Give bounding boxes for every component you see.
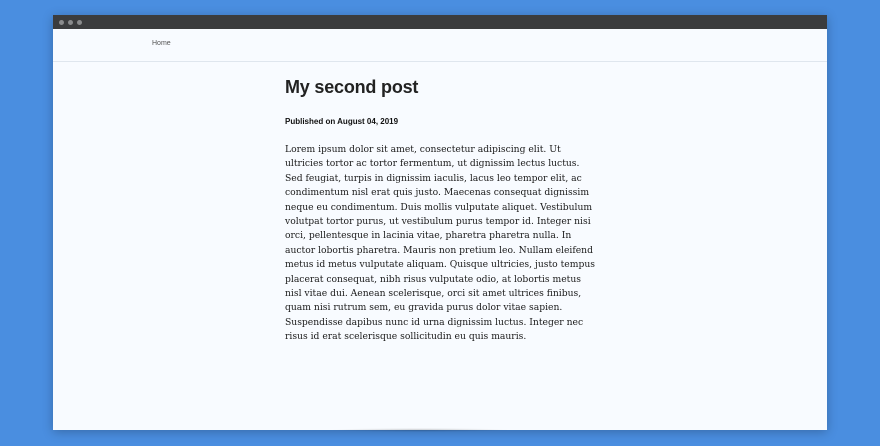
post-publish-date: Published on August 04, 2019 [285,117,399,126]
blog-post: My second post Published on August 04, 2… [285,77,597,345]
close-window-icon[interactable] [59,19,64,25]
maximize-window-icon[interactable] [77,19,82,25]
browser-window: Home My second post Published on August … [53,15,827,430]
post-body: Lorem ipsum dolor sit amet, consectetur … [285,144,595,343]
window-titlebar [53,15,827,29]
window-shadow [330,428,510,432]
site-navbar: Home [53,29,827,62]
nav-home-link[interactable]: Home [152,40,171,47]
post-title: My second post [285,77,419,97]
minimize-window-icon[interactable] [68,19,73,25]
